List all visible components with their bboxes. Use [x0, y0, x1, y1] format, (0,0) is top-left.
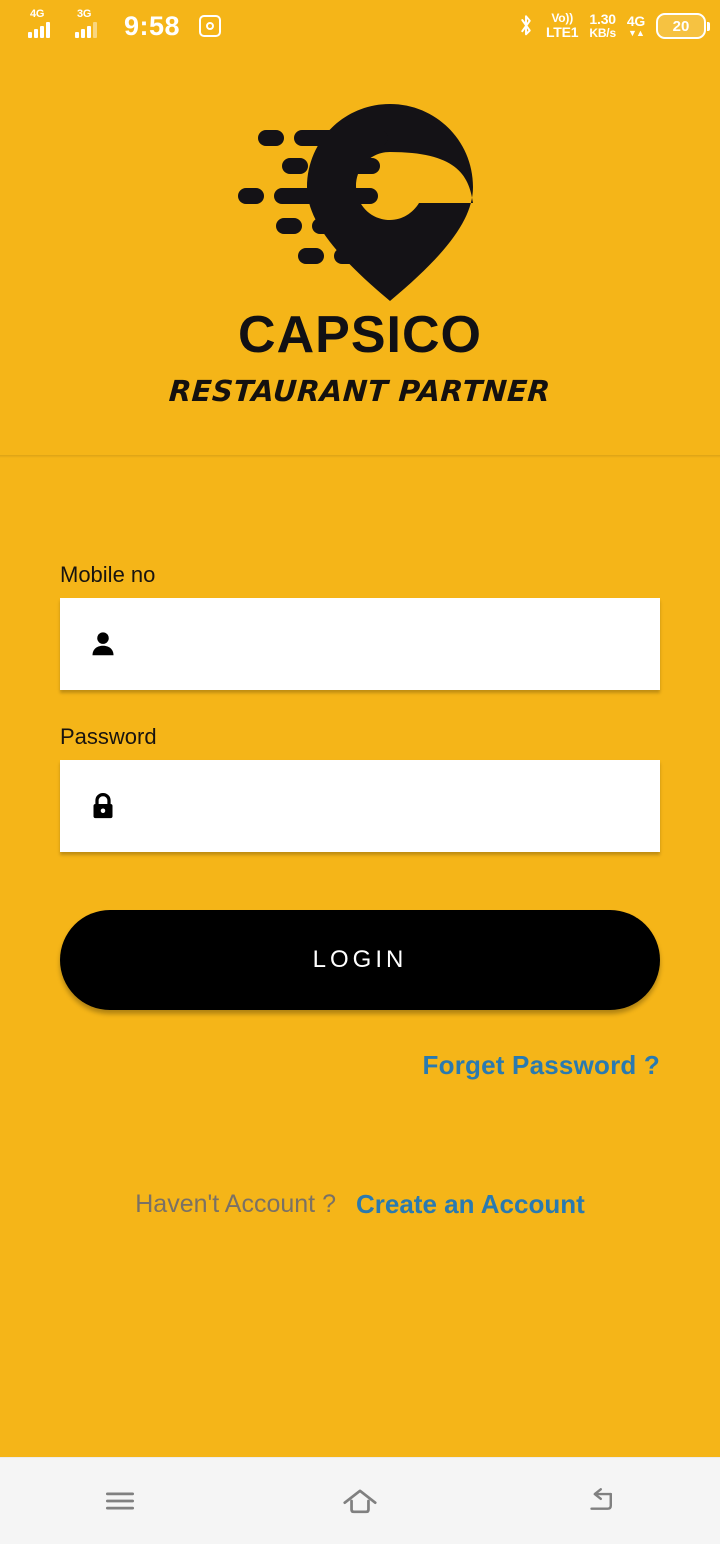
status-bar-clock: 9:58 [124, 10, 181, 41]
signal-sim1-label: 4G [30, 8, 45, 20]
signal-sim2-bars [75, 22, 97, 38]
forget-password-row: Forget Password ? [60, 1050, 660, 1081]
signup-row: Haven't Account ? Create an Account [60, 1189, 660, 1220]
data-rate-unit: KB/s [589, 26, 616, 41]
login-button[interactable]: LOGIN [60, 910, 660, 1010]
brand-tagline: RESTAURANT PARTNER [168, 374, 552, 408]
login-form: Mobile no Password LOGIN Forget Password… [0, 458, 720, 1457]
network-type-indicator: 4G ▼▲ [627, 14, 645, 38]
mobile-label: Mobile no [60, 562, 156, 587]
bluetooth-icon [521, 15, 531, 36]
menu-icon [105, 1492, 135, 1510]
volte-indicator: Vo)) LTE1 [545, 12, 579, 40]
recents-button[interactable] [60, 1458, 180, 1544]
brand-name: CAPSICO [238, 306, 482, 364]
signup-prompt-label: Haven't Account ? [135, 1190, 336, 1218]
battery-icon: 20 [656, 13, 710, 39]
password-field-group: Password [60, 690, 660, 853]
data-rate-indicator: 1.30 KB/s [589, 12, 616, 39]
mobile-input[interactable] [120, 597, 660, 691]
signal-strength-sim1-icon: 4G [28, 8, 62, 41]
camera-icon [199, 15, 222, 37]
status-bar-left: 4G 3G 9:58 [28, 8, 222, 41]
android-navigation-bar [0, 1457, 720, 1544]
data-activity-arrows-icon: ▼▲ [628, 28, 645, 38]
create-account-link[interactable]: Create an Account [356, 1189, 585, 1220]
back-icon [590, 1488, 612, 1510]
password-input-box[interactable] [60, 759, 660, 853]
data-rate-value: 1.30 [589, 11, 616, 28]
home-icon [343, 1489, 377, 1514]
mobile-input-box[interactable] [60, 597, 660, 691]
lock-icon [86, 789, 120, 823]
status-bar: 4G 3G 9:58 Vo)) LTE1 1.30 KB/s 4G ▼▲ 20 [0, 0, 720, 52]
signal-sim1-bars [28, 22, 50, 38]
phone-screen: 4G 3G 9:58 Vo)) LTE1 1.30 KB/s 4G ▼▲ 20 … [0, 0, 720, 1544]
home-button[interactable] [300, 1458, 420, 1544]
mobile-field-group: Mobile no [60, 458, 660, 691]
password-label: Password [60, 724, 157, 749]
person-icon [86, 627, 120, 661]
signal-sim2-label: 3G [77, 8, 92, 20]
status-bar-right: Vo)) LTE1 1.30 KB/s 4G ▼▲ 20 [517, 12, 710, 40]
app-logo-header: CAPSICO RESTAURANT PARTNER [0, 52, 720, 458]
password-input[interactable] [120, 759, 660, 853]
battery-level-label: 20 [672, 17, 690, 35]
volte-bottom-label: LTE1 [545, 23, 579, 40]
forget-password-link[interactable]: Forget Password ? [423, 1050, 660, 1081]
signal-strength-sim2-icon: 3G [75, 8, 109, 41]
capsico-location-pin-logo [238, 104, 473, 301]
network-type-label: 4G [626, 13, 645, 29]
back-button[interactable] [540, 1458, 660, 1544]
